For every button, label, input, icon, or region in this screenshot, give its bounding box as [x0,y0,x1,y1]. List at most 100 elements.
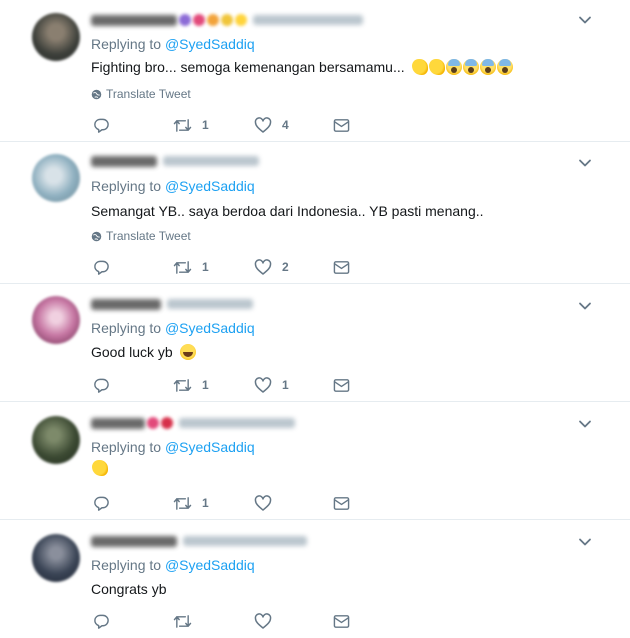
mention-link[interactable]: @SyedSaddiq [165,320,255,336]
chevron-down-icon[interactable] [577,416,593,432]
like-count: 4 [282,118,289,132]
user-handle[interactable] [179,418,295,428]
tweet[interactable]: Replying to @SyedSaddiq Fighting bro... … [0,0,630,142]
reply-button[interactable] [93,258,110,276]
translate-tweet-link[interactable]: Translate Tweet [91,229,191,243]
heart-icon [254,494,272,511]
chevron-down-icon[interactable] [577,12,593,28]
like-button[interactable]: 2 [254,258,289,276]
reply-button[interactable] [93,494,110,512]
tweet-header [91,153,259,169]
replying-to: Replying to @SyedSaddiq [91,35,255,53]
retweet-icon [173,260,192,274]
grinning-face-emoji [179,344,196,360]
envelope-icon [333,260,350,274]
retweet-icon [173,118,192,132]
user-name[interactable] [91,14,177,26]
reply-icon [94,496,109,511]
user-handle[interactable] [183,536,307,546]
mention-link[interactable]: @SyedSaddiq [165,36,255,52]
tweet[interactable]: Replying to @SyedSaddiq Congrats yb [0,520,630,638]
direct-message-button[interactable] [333,494,350,512]
screaming-face-emoji [462,59,479,75]
mention-link[interactable]: @SyedSaddiq [165,439,255,455]
user-name[interactable] [91,417,145,429]
retweet-icon [173,614,192,628]
flexed-biceps-emoji [92,460,108,476]
reply-button[interactable] [93,116,110,134]
flexed-biceps-emoji [428,59,445,75]
reply-icon [94,260,109,275]
envelope-icon [333,496,350,510]
tweet[interactable]: Replying to @SyedSaddiq 1 [0,402,630,520]
tweet-text-content: Congrats yb [91,581,167,597]
replying-label: Replying to [91,36,162,52]
heart-icon [254,116,272,133]
name-emoji [147,417,159,429]
like-button[interactable] [254,494,282,512]
globe-icon [91,89,102,99]
avatar[interactable] [32,296,80,344]
name-emoji [207,14,219,26]
like-button[interactable] [254,612,282,630]
user-handle[interactable] [253,15,363,25]
chevron-down-icon[interactable] [577,155,593,171]
name-emoji [221,14,233,26]
tweet-text: Fighting bro... semoga kemenangan bersam… [91,57,513,77]
envelope-icon [333,118,350,132]
mention-link[interactable]: @SyedSaddiq [165,178,255,194]
tweet-text: Semangat YB.. saya berdoa dari Indonesia… [91,201,484,221]
screaming-face-emoji [479,59,496,75]
tweet[interactable]: Replying to @SyedSaddiq Semangat YB.. sa… [0,142,630,284]
retweet-count: 1 [202,260,209,274]
tweet-text-content: Semangat YB.. saya berdoa dari Indonesia… [91,203,484,219]
direct-message-button[interactable] [333,258,350,276]
like-count: 2 [282,260,289,274]
name-emoji [235,14,247,26]
user-name[interactable] [91,535,177,547]
reply-button[interactable] [93,612,110,630]
reply-button[interactable] [93,376,110,394]
retweet-button[interactable]: 1 [173,116,209,134]
retweet-button[interactable]: 1 [173,494,209,512]
direct-message-button[interactable] [333,612,350,630]
user-handle[interactable] [167,299,253,309]
user-handle[interactable] [163,156,259,166]
tweet-text [91,460,108,476]
chevron-down-icon[interactable] [577,534,593,550]
envelope-icon [333,378,350,392]
replying-label: Replying to [91,439,162,455]
heart-icon [254,612,272,629]
mention-link[interactable]: @SyedSaddiq [165,557,255,573]
like-button[interactable]: 1 [254,376,289,394]
like-count: 1 [282,378,289,392]
retweet-count: 1 [202,378,209,392]
tweet-text: Good luck yb [91,342,196,362]
reply-icon [94,614,109,629]
retweet-button[interactable] [173,612,202,630]
retweet-count: 1 [202,496,209,510]
user-name[interactable] [91,298,161,310]
avatar[interactable] [32,416,80,464]
screaming-face-emoji [445,59,462,75]
name-emoji [161,417,173,429]
tweet[interactable]: Replying to @SyedSaddiq Good luck yb 1 1 [0,284,630,402]
tweet-text-content: Good luck yb [91,344,173,360]
avatar[interactable] [32,534,80,582]
envelope-icon [333,614,350,628]
reply-icon [94,378,109,393]
direct-message-button[interactable] [333,116,350,134]
avatar[interactable] [32,154,80,202]
avatar[interactable] [32,13,80,61]
chevron-down-icon[interactable] [577,298,593,314]
globe-icon [91,231,102,241]
tweet-header [91,533,307,549]
user-name[interactable] [91,155,157,167]
tweet-text: Congrats yb [91,579,166,599]
retweet-button[interactable]: 1 [173,258,209,276]
like-button[interactable]: 4 [254,116,289,134]
direct-message-button[interactable] [333,376,350,394]
name-emoji [193,14,205,26]
translate-tweet-link[interactable]: Translate Tweet [91,87,191,101]
retweet-button[interactable]: 1 [173,376,209,394]
